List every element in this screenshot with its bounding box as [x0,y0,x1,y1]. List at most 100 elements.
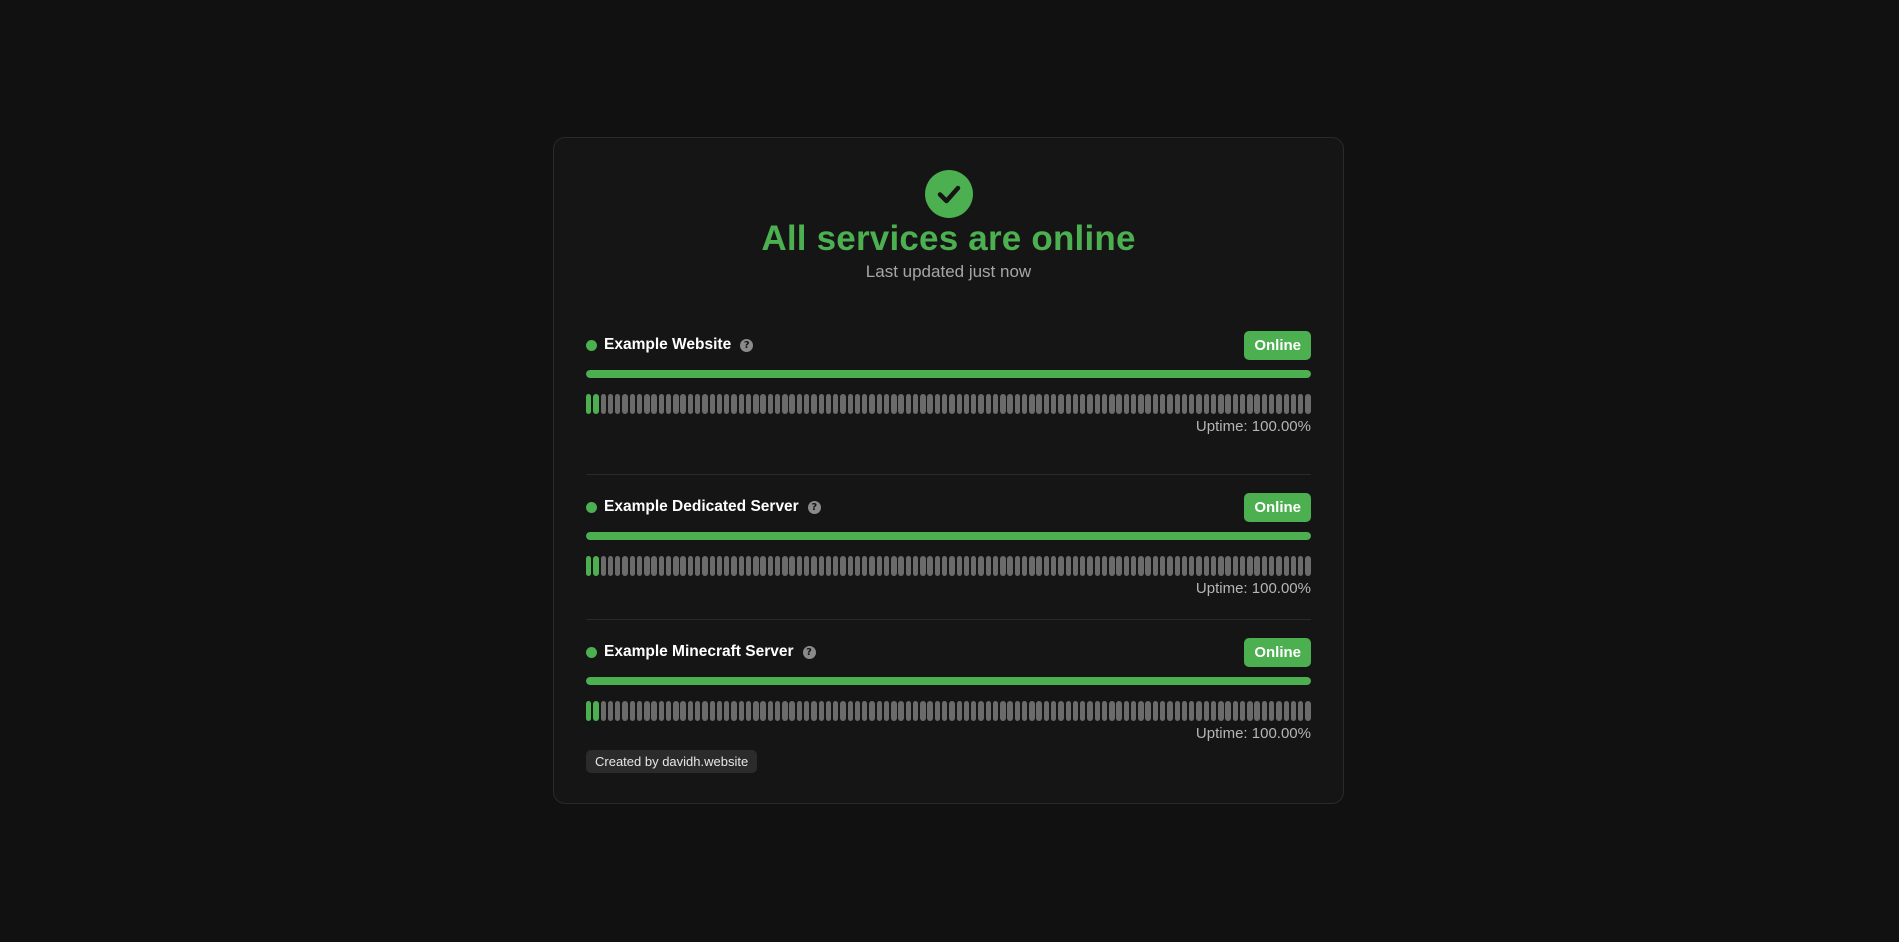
history-bar[interactable] [1181,701,1188,721]
history-bar[interactable] [593,556,599,576]
history-bar[interactable] [1290,394,1297,414]
history-bar[interactable] [615,394,621,414]
history-bar[interactable] [1268,556,1275,576]
history-bar[interactable] [1007,394,1013,414]
history-bar[interactable] [1130,556,1137,576]
history-bar[interactable] [731,394,737,414]
history-bar[interactable] [615,556,621,576]
history-bar[interactable] [927,701,933,721]
history-bar[interactable] [1232,394,1239,414]
history-bar[interactable] [738,394,744,414]
history-bar[interactable] [818,701,824,721]
history-bar[interactable] [1167,556,1173,576]
history-bar[interactable] [825,556,832,576]
history-bar[interactable] [1087,394,1093,414]
history-bar[interactable] [753,394,759,414]
history-bar[interactable] [963,556,970,576]
history-bar[interactable] [876,556,883,576]
history-bar[interactable] [1225,701,1231,721]
history-bar[interactable] [709,394,715,414]
history-bar[interactable] [1123,701,1130,721]
history-bar[interactable] [1152,394,1159,414]
history-bar[interactable] [1239,701,1246,721]
history-bar[interactable] [629,701,635,721]
history-bar[interactable] [927,556,933,576]
history-bar[interactable] [1145,701,1151,721]
history-bar[interactable] [1000,556,1006,576]
history-bar[interactable] [1152,556,1159,576]
history-bar[interactable] [1116,556,1122,576]
history-bar[interactable] [673,701,679,721]
history-bar[interactable] [782,701,788,721]
history-bar[interactable] [891,394,897,414]
history-bar[interactable] [840,394,846,414]
history-bar[interactable] [1181,556,1188,576]
history-bar[interactable] [1043,556,1050,576]
history-bar[interactable] [760,701,766,721]
history-bar[interactable] [898,701,904,721]
history-bar[interactable] [1174,394,1180,414]
history-bar[interactable] [651,556,657,576]
history-bar[interactable] [1276,556,1282,576]
history-bar[interactable] [1101,556,1108,576]
history-bar[interactable] [694,701,701,721]
history-bar[interactable] [1276,394,1282,414]
history-bar[interactable] [702,394,708,414]
history-bar[interactable] [985,556,991,576]
history-bar[interactable] [934,394,941,414]
history-bar[interactable] [1276,701,1282,721]
history-bar[interactable] [1305,394,1311,414]
history-bar[interactable] [811,556,817,576]
history-bar[interactable] [767,556,774,576]
history-bar[interactable] [905,701,912,721]
history-bar[interactable] [1225,394,1231,414]
history-bar[interactable] [934,701,941,721]
history-bar[interactable] [1087,701,1093,721]
history-bar[interactable] [818,556,824,576]
history-bar[interactable] [1130,701,1137,721]
history-bar[interactable] [1232,701,1239,721]
history-bar[interactable] [622,556,628,576]
history-bar[interactable] [1043,394,1050,414]
history-bar[interactable] [1254,556,1260,576]
history-bar[interactable] [673,556,679,576]
history-bar[interactable] [811,394,817,414]
history-bar[interactable] [942,394,948,414]
history-bar[interactable] [963,701,970,721]
history-bar[interactable] [1123,556,1130,576]
history-bar[interactable] [920,701,926,721]
history-bar[interactable] [665,701,672,721]
history-bar[interactable] [978,556,984,576]
history-bar[interactable] [803,556,810,576]
history-bar[interactable] [1247,701,1253,721]
history-bar[interactable] [694,394,701,414]
history-bar[interactable] [971,394,977,414]
history-bar[interactable] [1072,394,1079,414]
history-bar[interactable] [1130,394,1137,414]
history-bar[interactable] [1051,394,1057,414]
history-bar[interactable] [600,701,606,721]
history-bar[interactable] [724,701,730,721]
history-bar[interactable] [644,701,650,721]
history-bar[interactable] [862,701,868,721]
history-bar[interactable] [1058,394,1064,414]
history-bar[interactable] [796,394,803,414]
history-bar[interactable] [1203,701,1209,721]
history-bar[interactable] [1254,701,1260,721]
history-bar[interactable] [1036,701,1042,721]
history-bar[interactable] [760,556,766,576]
history-bar[interactable] [876,701,883,721]
history-bar[interactable] [1080,394,1086,414]
history-bar[interactable] [644,394,650,414]
history-bar[interactable] [1101,394,1108,414]
history-bar[interactable] [840,701,846,721]
history-bar[interactable] [862,394,868,414]
question-circle-icon[interactable]: ? [740,338,754,352]
history-bar[interactable] [803,394,810,414]
history-bar[interactable] [920,556,926,576]
history-bar[interactable] [680,556,686,576]
history-bar[interactable] [1159,556,1166,576]
history-bar[interactable] [1021,394,1028,414]
history-bar[interactable] [607,556,614,576]
history-bar[interactable] [949,701,955,721]
